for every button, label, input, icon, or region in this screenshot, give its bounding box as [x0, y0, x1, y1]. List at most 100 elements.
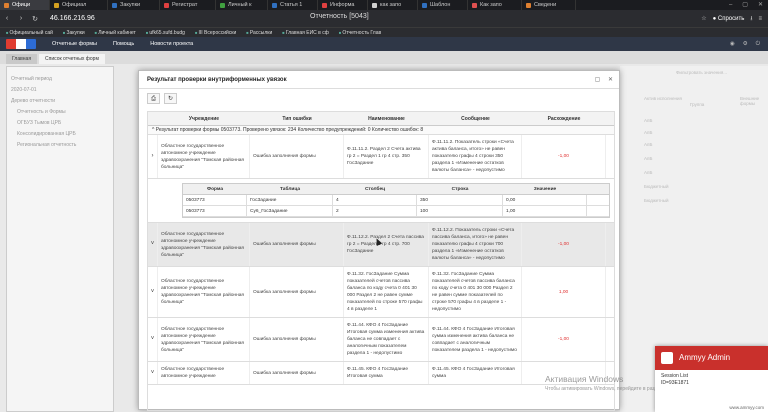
maximize-icon[interactable]: ▢	[737, 0, 753, 10]
left-panel-item[interactable]: Консолидированная ЦРБ	[11, 131, 109, 137]
table-row[interactable]: ˅ Областное государственное автономное уч…	[148, 318, 614, 362]
table-row[interactable]: › Областное государственное автономное уч…	[148, 135, 614, 179]
left-panel-item[interactable]: Отчетность и Формы	[11, 109, 109, 115]
column-message[interactable]: Сообщение	[429, 112, 522, 125]
detail-column-header[interactable]: Форма	[183, 184, 247, 194]
cell-error-type: Ошибка заполнения формы	[250, 362, 344, 384]
detail-row[interactable]: 0503773 ГосЗадание 4 350 0,00	[183, 195, 609, 206]
browser-tab[interactable]: Сведени	[522, 0, 576, 10]
background-label: АпБ	[644, 142, 653, 147]
page-title: Отчетность [5043]	[310, 13, 369, 20]
ask-button[interactable]: ● Спросить	[713, 16, 745, 22]
column-institution[interactable]: Учреждение	[158, 112, 250, 125]
results-grid: Учреждение Тип ошибки Наименование Сообщ…	[147, 111, 615, 411]
url-field[interactable]: 46.166.216.96	[46, 13, 99, 25]
back-icon[interactable]: ‹	[0, 15, 14, 22]
group-header-row[interactable]: ^ Результат проверки формы 0503773. Пров…	[148, 126, 614, 135]
user-icon[interactable]: ◉	[730, 41, 735, 48]
cell-message: Ф.11.44. КФО 4 ГосЗадание Итоговая сумма…	[429, 318, 522, 361]
column-error-type[interactable]: Тип ошибки	[250, 112, 344, 125]
bookmark-item[interactable]: Рассылки	[246, 28, 272, 37]
row-toggle-icon[interactable]: ˅	[148, 223, 158, 266]
address-bar: ‹ › ↻ 46.166.216.96 Отчетность [5043] ☆ …	[0, 10, 768, 27]
print-button[interactable]: ⎙	[147, 92, 160, 104]
row-toggle-icon[interactable]: ˅	[148, 318, 158, 361]
bookmark-item[interactable]: Главная ЕИС в сф	[282, 28, 329, 37]
bookmark-icon[interactable]: ☆	[701, 15, 706, 22]
app-menu-item[interactable]: Отчетные формы	[52, 41, 97, 47]
table-row[interactable]: ˅ Областное государственное автономное уч…	[148, 223, 614, 267]
detail-column-header[interactable]: Значение	[503, 184, 587, 194]
cell-name: Ф.11.12.2. Раздел 2 Счета пассива гр 2 =…	[344, 223, 429, 266]
app-menu-item[interactable]: Новости проекта	[150, 41, 193, 47]
row-toggle-icon[interactable]: ˅	[148, 362, 158, 384]
refresh-button[interactable]: ↻	[164, 92, 177, 104]
left-panel-item[interactable]: Дерево отчетности	[11, 98, 109, 104]
browser-tab[interactable]: Статья 1	[268, 0, 318, 10]
cell-institution: Областное государственное автономное учр…	[158, 318, 250, 361]
app-tabs: Главная Список отчетных форм	[0, 51, 768, 64]
ammyy-admin-popup[interactable]: Ammyy Admin Session List ID=93E1871 www.…	[655, 346, 768, 412]
row-toggle-icon[interactable]: ›	[148, 135, 158, 178]
download-icon[interactable]: ⭳	[750, 14, 752, 24]
cell-institution: Областное государственное автономное учр…	[158, 267, 250, 317]
bookmark-item[interactable]: Официальный сай	[6, 28, 53, 37]
settings-icon[interactable]: ⚙	[743, 41, 748, 48]
detail-column-header[interactable]: Столбец	[333, 184, 417, 194]
browser-tab[interactable]: Официал	[50, 0, 108, 10]
app-menu-item[interactable]: Помощь	[113, 41, 134, 47]
detail-cell: 350	[417, 195, 503, 205]
bookmark-item[interactable]: ufk65.sufd.budg	[146, 28, 185, 37]
detail-cell: 1,00	[503, 206, 587, 216]
cell-error-type: Ошибка заполнения формы	[250, 135, 344, 178]
browser-tab[interactable]: как запо	[368, 0, 418, 10]
bookmark-item[interactable]: Отчетность Глав	[339, 28, 381, 37]
cell-institution: Областное государственное автономное учр…	[158, 135, 250, 178]
detail-column-header[interactable]: Таблица	[247, 184, 333, 194]
browser-tab[interactable]: Офици	[0, 0, 50, 10]
cell-difference: -1,00	[522, 135, 606, 178]
bookmarks-bar: Официальный сай Закупки Личный кабинет ufk6…	[0, 27, 768, 37]
refresh-icon: ↻	[167, 95, 174, 102]
left-panel-item[interactable]: ОГБУЗ Тымов ЦРБ	[11, 120, 109, 126]
cell-message: Ф.11.45. КФО 4 ГосЗадание Итоговая сумма	[429, 362, 522, 384]
browser-tab[interactable]: Как запо	[468, 0, 522, 10]
browser-tab[interactable]: Личный к	[216, 0, 268, 10]
ammyy-id: ID=93E1871	[661, 380, 689, 386]
column-difference[interactable]: Расхождение	[522, 112, 606, 125]
tab-main[interactable]: Главная	[6, 54, 38, 64]
bookmark-item[interactable]: Закупки	[63, 28, 84, 37]
left-panel-item: Отчетный период	[11, 76, 52, 82]
exit-icon[interactable]: ⏻	[756, 41, 760, 48]
detail-column-header[interactable]: Строка	[417, 184, 503, 194]
close-icon[interactable]: ✕	[753, 0, 768, 10]
forward-icon[interactable]: ›	[14, 15, 28, 22]
minimize-icon[interactable]: –	[724, 0, 737, 10]
close-icon[interactable]: ✕	[608, 77, 613, 83]
ammyy-url[interactable]: www.ammyy.com	[729, 405, 764, 410]
detail-panel: Форма Таблица Столбец Строка Значение 0503773…	[148, 183, 614, 223]
background-label: Бюджетный	[644, 184, 669, 189]
browser-tab[interactable]: Закупки	[108, 0, 160, 10]
background-label: Актив исполнения	[644, 96, 682, 101]
left-panel-item[interactable]: Региональная отчетность	[11, 142, 109, 148]
table-row[interactable]: ˅ Областное государственное автономное уч…	[148, 267, 614, 318]
cell-name: Ф.11.44. КФО 4 ГосЗадание Итоговая сумма…	[344, 318, 429, 361]
tab-form-list[interactable]: Список отчетных форм	[39, 54, 105, 64]
left-panel-item: 2020-07-01	[11, 87, 37, 93]
row-toggle-icon[interactable]: ˅	[148, 267, 158, 317]
detail-row[interactable]: 0503773 Су6_ГосЗадание 2 100 1,00	[183, 206, 609, 217]
bookmark-item[interactable]: Личный кабинет	[95, 28, 136, 37]
maximize-icon[interactable]: ▢	[595, 77, 601, 83]
cell-name: Ф.11.32. ГосЗадание Сумма показателей сч…	[344, 267, 429, 317]
browser-tab[interactable]: Регистрат	[160, 0, 216, 10]
browser-tab[interactable]: Шаблон	[418, 0, 468, 10]
browser-tab[interactable]: Информа	[318, 0, 368, 10]
cell-difference: -1,00	[522, 318, 606, 361]
detail-cell: 2	[333, 206, 417, 216]
cell-message: Ф.11.11.2. Показатель строки «Счета акти…	[429, 135, 522, 178]
bookmark-item[interactable]: III Всероссийски	[195, 28, 236, 37]
column-name[interactable]: Наименование	[344, 112, 429, 125]
menu-icon[interactable]: ≡	[758, 16, 762, 22]
reload-icon[interactable]: ↻	[28, 15, 42, 23]
